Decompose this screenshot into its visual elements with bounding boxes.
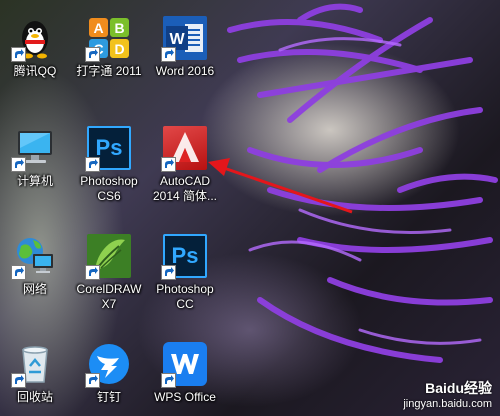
icon-label: AutoCAD 2014 简体... — [152, 174, 218, 203]
computer-icon — [11, 126, 57, 172]
shortcut-arrow-icon — [85, 373, 100, 388]
dingtalk-icon — [85, 342, 131, 388]
icon-label: 腾讯QQ — [13, 64, 57, 78]
shortcut-arrow-icon — [11, 157, 26, 172]
watermark: Baidu经验 jingyan.baidu.com — [403, 378, 492, 410]
svg-text:B: B — [114, 20, 124, 36]
word-icon: W — [161, 16, 207, 62]
watermark-brand: Baidu经验 — [425, 380, 492, 396]
desktop-icon-coreldraw[interactable]: CorelDRAW X7 — [70, 234, 148, 312]
desktop-icon-word[interactable]: W Word 2016 — [146, 16, 224, 79]
shortcut-arrow-icon — [85, 47, 100, 62]
icon-label: WPS Office — [154, 390, 216, 404]
desktop-icon-photoshop-cs6[interactable]: Ps Photoshop CS6 — [70, 126, 148, 204]
watermark-url: jingyan.baidu.com — [403, 398, 492, 410]
recycle-bin-icon — [11, 342, 57, 388]
qq-penguin-icon — [11, 16, 57, 62]
svg-text:D: D — [114, 41, 124, 57]
shortcut-arrow-icon — [161, 373, 176, 388]
desktop-icon-wps[interactable]: WPS Office — [146, 342, 224, 405]
desktop[interactable]: 腾讯QQ A B C D 打字通 2011 — [0, 0, 500, 416]
shortcut-arrow-icon — [161, 157, 176, 172]
desktop-icon-computer[interactable]: 计算机 — [0, 126, 74, 189]
coreldraw-icon — [85, 234, 131, 280]
shortcut-arrow-icon — [161, 47, 176, 62]
shortcut-arrow-icon — [161, 265, 176, 280]
autocad-icon — [161, 126, 207, 172]
shortcut-arrow-icon — [85, 265, 100, 280]
icon-label: 回收站 — [16, 390, 53, 404]
svg-text:W: W — [169, 31, 185, 48]
icon-label: Word 2016 — [155, 64, 215, 78]
svg-text:A: A — [93, 20, 103, 36]
typing-abcd-icon: A B C D — [85, 16, 131, 62]
network-globe-icon — [11, 234, 57, 280]
shortcut-arrow-icon — [11, 47, 26, 62]
icon-label: 打字通 2011 — [76, 64, 142, 78]
icon-label: 钉钉 — [96, 390, 121, 404]
photoshop-icon: Ps — [161, 234, 207, 280]
desktop-icon-dingtalk[interactable]: 钉钉 — [70, 342, 148, 405]
shortcut-arrow-icon — [11, 265, 26, 280]
shortcut-arrow-icon — [11, 373, 26, 388]
wps-icon — [161, 342, 207, 388]
icon-label: Photoshop CC — [156, 282, 214, 311]
icon-label: 计算机 — [16, 174, 53, 188]
icon-label: Photoshop CS6 — [80, 174, 138, 203]
desktop-icon-autocad[interactable]: AutoCAD 2014 简体... — [146, 126, 224, 204]
desktop-icon-recycle-bin[interactable]: 回收站 — [0, 342, 74, 405]
shortcut-arrow-icon — [85, 157, 100, 172]
desktop-icon-qq[interactable]: 腾讯QQ — [0, 16, 74, 79]
icon-label: 网络 — [22, 282, 47, 296]
photoshop-icon: Ps — [85, 126, 131, 172]
icon-label: CorelDRAW X7 — [76, 282, 142, 311]
desktop-icon-network[interactable]: 网络 — [0, 234, 74, 297]
desktop-icon-photoshop-cc[interactable]: Ps Photoshop CC — [146, 234, 224, 312]
desktop-icon-typing[interactable]: A B C D 打字通 2011 — [70, 16, 148, 79]
